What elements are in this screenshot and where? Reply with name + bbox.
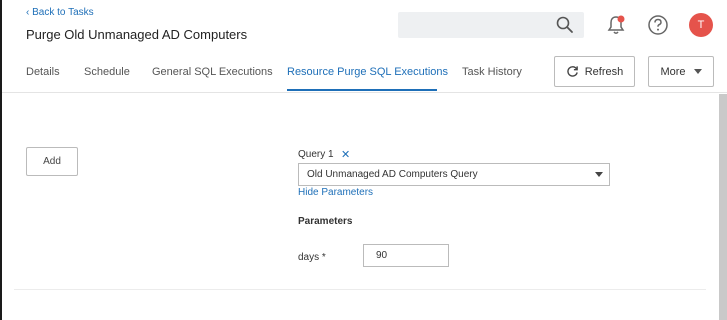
header-divider: [2, 92, 727, 93]
add-query-button[interactable]: Add: [26, 147, 78, 176]
tab-task-history[interactable]: Task History: [462, 66, 522, 78]
parameters-heading: Parameters: [298, 216, 353, 227]
more-label: More: [660, 65, 686, 78]
search-icon[interactable]: [556, 16, 574, 39]
more-button[interactable]: More: [648, 56, 714, 87]
app-root: ‹ Back to Tasks Purge Old Unmanaged AD C…: [0, 0, 727, 320]
tab-general-sql-executions[interactable]: General SQL Executions: [152, 66, 273, 78]
tab-schedule[interactable]: Schedule: [84, 66, 130, 78]
tab-details[interactable]: Details: [26, 66, 60, 78]
help-icon[interactable]: [647, 14, 669, 41]
query-label: Query 1: [298, 149, 334, 160]
chevron-left-icon: ‹: [26, 7, 30, 18]
chevron-down-icon: [693, 69, 702, 74]
query-select[interactable]: Old Unmanaged AD Computers Query: [298, 163, 610, 186]
remove-query-icon[interactable]: ✕: [341, 148, 350, 161]
days-input[interactable]: 90: [363, 244, 449, 267]
hide-parameters-link[interactable]: Hide Parameters: [298, 187, 373, 198]
refresh-button[interactable]: Refresh: [554, 56, 635, 87]
back-to-tasks-link[interactable]: ‹ Back to Tasks: [26, 7, 94, 18]
back-link-label: Back to Tasks: [32, 7, 94, 18]
active-tab-indicator: [287, 89, 437, 91]
window-edge: [0, 0, 2, 320]
notifications-bell-icon[interactable]: [606, 14, 626, 41]
dropdown-arrow-icon: [595, 172, 603, 177]
content-divider: [14, 289, 706, 290]
refresh-label: Refresh: [584, 65, 624, 78]
tab-resource-purge-sql-executions[interactable]: Resource Purge SQL Executions: [287, 66, 448, 78]
search-input[interactable]: [398, 12, 584, 38]
user-avatar[interactable]: T: [689, 13, 713, 37]
days-label: days *: [298, 252, 326, 263]
query-select-value: Old Unmanaged AD Computers Query: [307, 169, 478, 180]
vertical-scrollbar[interactable]: [719, 94, 727, 320]
page-title: Purge Old Unmanaged AD Computers: [26, 27, 248, 42]
refresh-icon: [567, 66, 578, 77]
